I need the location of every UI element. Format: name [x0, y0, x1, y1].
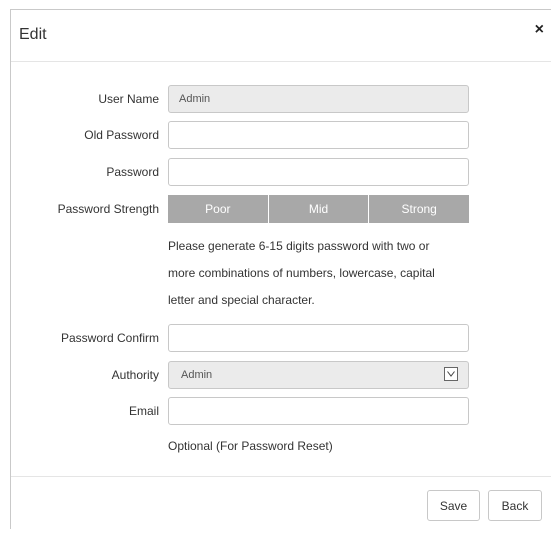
password-hint-line: letter and special character.	[168, 293, 315, 307]
password-label: Password	[106, 165, 159, 179]
dialog-footer-divider	[11, 476, 551, 477]
save-button[interactable]: Save	[427, 490, 480, 521]
edit-dialog: Edit × User Name Old Password Password P…	[10, 9, 551, 529]
password-strength-meter: Poor Mid Strong	[168, 195, 469, 223]
dialog-header: Edit ×	[11, 10, 551, 62]
close-icon[interactable]: ×	[535, 21, 544, 39]
password-strength-label: Password Strength	[57, 202, 159, 216]
dialog-title: Edit	[19, 26, 47, 43]
password-confirm-field[interactable]	[168, 324, 469, 352]
email-field[interactable]	[168, 397, 469, 425]
email-note: Optional (For Password Reset)	[168, 439, 333, 453]
password-field[interactable]	[168, 158, 469, 186]
password-hint: Please generate 6-15 digits password wit…	[168, 233, 478, 314]
strength-level-poor: Poor	[205, 202, 231, 216]
old-password-label: Old Password	[84, 128, 159, 142]
password-hint-line: more combinations of numbers, lowercase,…	[168, 266, 435, 280]
authority-label: Authority	[111, 368, 159, 382]
password-confirm-label: Password Confirm	[60, 331, 159, 345]
strength-level-strong: Strong	[368, 195, 469, 223]
authority-selected-value: Admin	[181, 369, 213, 381]
password-hint-line: Please generate 6-15 digits password wit…	[168, 239, 430, 253]
user-name-label: User Name	[98, 92, 159, 106]
chevron-down-icon[interactable]	[444, 367, 458, 381]
old-password-field[interactable]	[168, 121, 469, 149]
email-label: Email	[128, 404, 159, 418]
authority-select[interactable]: Admin	[168, 361, 469, 389]
user-name-field[interactable]	[168, 85, 469, 113]
back-button[interactable]: Back	[488, 490, 542, 521]
strength-level-mid: Mid	[267, 195, 369, 223]
